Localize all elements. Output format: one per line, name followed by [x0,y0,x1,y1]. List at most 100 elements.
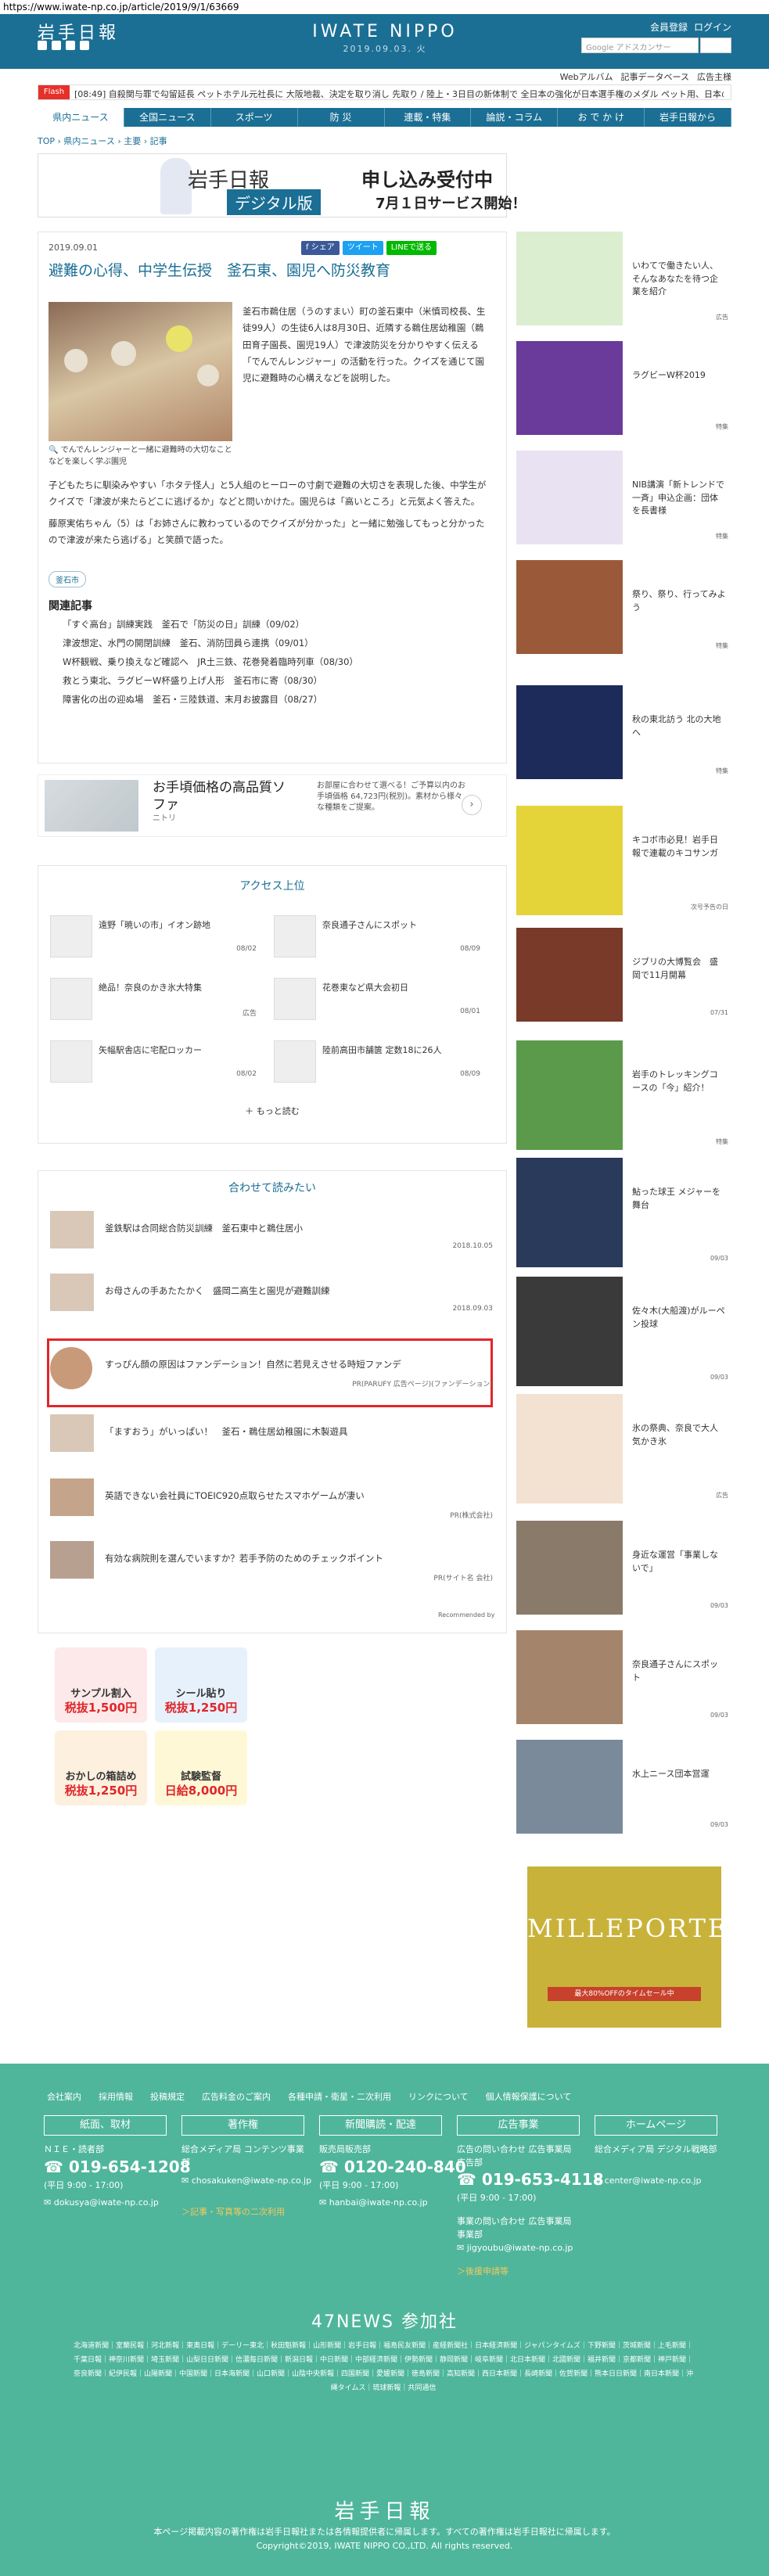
footer-col3-phone[interactable]: ☎ 0120-240-840 [319,2157,466,2176]
nav-series[interactable]: 連載・特集 [385,108,472,127]
recommended-meta: 2018.09.03 [452,1305,493,1313]
recommended-meta: PR(サイト名 会社) [433,1575,493,1583]
web-album-link[interactable]: Webアルバム [560,70,613,83]
footer-col4-mail[interactable]: ✉ jigyoubu@iwate-np.co.jp [457,2242,573,2255]
footer-link[interactable]: 個人情報保護について [486,2090,572,2103]
sofa-ad-title: お手頃価格の高品質ソファ ニトリ [153,779,293,824]
sidebar-title: キコボ市必見！岩手日報で連載のキコサンガ [632,835,718,858]
footer-col1-phone[interactable]: ☎ 019-654-1208 [44,2157,191,2176]
article-photo[interactable] [49,302,232,441]
recommended-item[interactable]: すっぴん顔の原因はファンデーション！自然に若見えさせる時短ファンデ PR(PAR… [50,1347,496,1392]
sidebar-item[interactable]: いわてで働きたい人、そんなあなたを待つ企業を紹介 広告 [516,232,731,325]
ranking-item[interactable]: 陸前高田市舗篋 定数18に26人 08/09 [274,1040,483,1089]
database-link[interactable]: 記事データベース [621,70,689,83]
footer-link[interactable]: 採用情報 [99,2090,133,2103]
sidebar-date: 07/31 [710,1009,728,1016]
related-heading: 関連記事 [49,600,92,613]
nav-sports[interactable]: スポーツ [211,108,298,127]
footer-link[interactable]: 投稿規定 [150,2090,185,2103]
news47-list[interactable]: 北海道新聞｜室蘭民報｜河北新報｜東奥日報｜デーリー東北｜秋田魁新報｜山形新聞｜岩… [70,2339,696,2395]
breadcrumb[interactable]: TOP › 県内ニュース › 主要 › 記事 [38,135,167,147]
address-bar[interactable]: https://www.iwate-np.co.jp/article/2019/… [0,0,769,14]
footer-col5-mail[interactable]: ✉ center@iwate-np.co.jp [595,2175,702,2188]
nav-column[interactable]: 論説・コラム [471,108,559,127]
register-link[interactable]: 会員登録 [650,20,688,34]
sidebar-item[interactable]: NIB講演「新トレンドで一斉」申込企画：団体を長書様 特集 [516,451,731,544]
nav-disaster[interactable]: 防 災 [298,108,385,127]
job-ad-title: おかしの箱詰め [65,1771,137,1783]
sidebar-item[interactable]: ラグビーW杯2019 特集 [516,341,731,435]
sidebar-item[interactable]: 氷の祭典、奈良で大人気かき氷 広告 [516,1394,731,1504]
nav-prefecture[interactable]: 県内ニュース [38,108,124,127]
footer-col4-phone[interactable]: ☎ 019-653-4118 [457,2170,604,2189]
sidebar-item[interactable]: ジブリの大博覧会 盛岡で11月開幕 07/31 [516,928,731,1022]
footer-link[interactable]: 広告料金のご案内 [202,2090,271,2103]
flash-text[interactable]: [08:49] 自殺関与罪で勾留延長 ペットホテル元社長に 大阪地裁、決定を取り… [74,88,724,100]
related-link[interactable]: 救とう東北、ラグビーW杯盛り上げ人形 釜石市に寄（08/30） [63,674,322,687]
facebook-share-button[interactable]: f シェア [301,241,340,255]
center-logo[interactable]: IWATE NIPPO [307,22,463,41]
ranking-item[interactable]: 遠野「暁いの市」イオン跡地 08/02 [50,915,260,964]
recommended-item[interactable]: 英語できない会社員にTOEIC920点取らせたスマホゲームが凄い PR(株式会社… [50,1478,496,1524]
footer-box-copyright: 著作権 [181,2115,304,2136]
related-link[interactable]: 「すぐ高台」訓練実践 釜石で「防災の日」訓練（09/02） [63,618,304,631]
footer-link[interactable]: 各種申請・衛星・二次利用 [288,2090,391,2103]
footer-col3-mail[interactable]: ✉ hanbai@iwate-np.co.jp [319,2197,428,2210]
tag-pill[interactable]: 釜石市 [49,571,86,587]
line-icon[interactable] [66,41,75,50]
nav-from-iwate[interactable]: 岩手日報から [645,108,731,127]
milleporte-ad[interactable] [527,1866,721,2028]
recommended-by[interactable]: Recommended by [438,1611,494,1619]
sidebar-item[interactable]: 水上ニース団本営運 09/03 [516,1740,731,1834]
footer-col4-link[interactable]: ＞後援申請等 [457,2265,508,2279]
more-button[interactable]: ＋ もっと読む [38,1105,507,1117]
sidebar-item[interactable]: キコボ市必見！岩手日報で連載のキコサンガ 次号予告の日 [516,806,731,915]
footer-link[interactable]: 会社案内 [47,2090,81,2103]
ranking-item[interactable]: 花巻東など県大会初日 08/01 [274,978,483,1026]
ranking-item[interactable]: 奈良通子さんにスポット 08/09 [274,915,483,964]
sidebar-item[interactable]: 佐々木(大船渡)がルーペン投球 09/03 [516,1277,731,1386]
recommended-item[interactable]: 有効な病院則を選んでいますか？若手予防のためのチェックポイント PR(サイト名 … [50,1541,496,1586]
instagram-icon[interactable] [80,41,89,50]
sidebar-thumb [516,1630,623,1724]
footer-col2-mail[interactable]: ✉ chosakuken@iwate-np.co.jp [181,2175,311,2188]
tweet-button[interactable]: ツイート [342,241,383,255]
sidebar-item[interactable]: 秋の東北訪う 北の大地へ 特集 [516,685,731,779]
footer-box-subscribe: 新聞購読・配達 [319,2115,442,2136]
recommended-item[interactable]: お母さんの手あたたかく 盛岡二高生と園児が避難訓練 2018.09.03 [50,1274,496,1319]
mail-icon: ✉ [319,2197,329,2208]
sidebar-item[interactable]: 身近な運営「事業しないで」 09/03 [516,1521,731,1615]
sidebar-thumb [516,1277,623,1386]
flash-news[interactable]: Flash [08:49] 自殺関与罪で勾留延長 ペットホテル元社長に 大阪地裁… [38,84,731,100]
recommended-thumb [50,1478,94,1516]
footer-col1-mail[interactable]: ✉ dokusya@iwate-np.co.jp [44,2197,159,2210]
sidebar-item[interactable]: 奈良通子さんにスポット 09/03 [516,1630,731,1724]
milleporte-button[interactable]: 最大80%OFFのタイムセール中 [548,1987,701,2001]
recommended-item[interactable]: 「ますおう」がいっぱい！ 釜石・鵜住居幼稚園に木製遊具 [50,1414,496,1460]
ranking-item[interactable]: 矢幅駅舎店に宅配ロッカー 08/02 [50,1040,260,1089]
login-link[interactable]: ログイン [694,20,731,34]
related-link[interactable]: 障害化の出の迎ぬ場 釜石・三陸鉄道、末月お披露目（08/27） [63,693,322,706]
sidebar-item[interactable]: 祭り、祭り、行ってみよう 特集 [516,560,731,654]
related-link[interactable]: W杯観戦、乗り換えなど確認へ JR土三鉄、花巻発着臨時列車（08/30） [63,656,358,668]
related-link[interactable]: 津波想定、水門の開閉訓練 釜石、消防団員ら連携（09/01） [63,637,314,649]
recommended-item[interactable]: 釜鉄駅は合同総合防災訓練 釜石東中と鵜住居小 2018.10.05 [50,1211,496,1256]
footer-link[interactable]: リンクについて [408,2090,469,2103]
ranking-date: 08/01 [460,1008,480,1015]
sidebar-thumb [516,341,623,435]
advertiser-link[interactable]: 広告主様 [697,70,731,83]
line-share-button[interactable]: LINEで送る [386,241,437,255]
sofa-ad-brand: ニトリ [153,814,176,824]
search-input[interactable]: Google アドスカンサー [581,38,699,53]
ranking-item[interactable]: 絶品！奈良のかき氷大特集 広告 [50,978,260,1026]
sidebar-item[interactable]: 岩手のトレッキングコースの「今」紹介！ 特集 [516,1040,731,1150]
search-button[interactable] [700,38,731,53]
chevron-right-icon[interactable]: › [462,795,482,815]
nav-outing[interactable]: お で か け [558,108,645,127]
facebook-icon[interactable] [52,41,61,50]
nav-national[interactable]: 全国ニュース [124,108,211,127]
footer-col2-link[interactable]: ＞記事・写真等の二次利用 [181,2206,285,2219]
sidebar-item[interactable]: 鮎った球王 メジャーを舞台 09/03 [516,1158,731,1267]
twitter-icon[interactable] [38,41,47,50]
ranking-date: 08/09 [460,945,480,953]
